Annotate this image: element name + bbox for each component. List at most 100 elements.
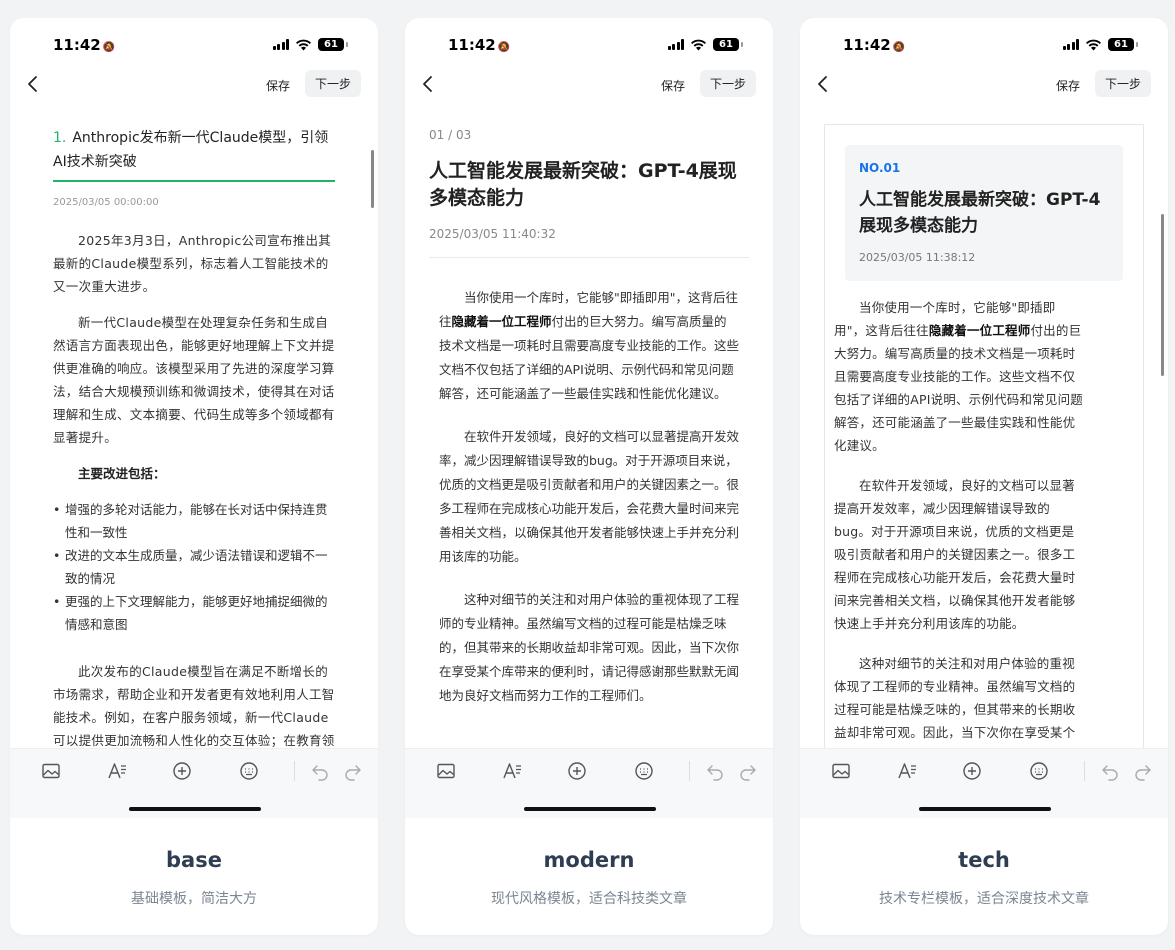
template-card-tech[interactable]: 11:42 🔕 61 保存 下一步 NO.01 人工智能发展最新突破：GPT-4展…: [800, 18, 1168, 935]
toolbar-divider: [689, 761, 690, 781]
article-date: 2025/03/05 11:40:32: [429, 227, 556, 241]
image-icon[interactable]: [435, 760, 457, 782]
article-paragraph: 2025年3月3日，Anthropic公司宣布推出其最新的Claude模型系列，…: [53, 233, 332, 294]
article-header-box: NO.01 人工智能发展最新突破：GPT-4展现多模态能力 2025/03/05…: [845, 145, 1123, 281]
article-paragraph: 在软件开发领域，良好的文档可以显著提高开发效率，减少因理解错误导致的bug。对于…: [834, 478, 1076, 631]
template-card-modern[interactable]: 11:42 🔕 61 保存 下一步 01 / 03 人工智能发展最新突破：GPT-…: [405, 18, 773, 935]
signal-icon: [1062, 39, 1079, 50]
article-paragraph: 当你使用一个库时，它能够"即插即用"，这背后往往隐藏着一位工程师付出的巨大努力。…: [834, 300, 1083, 453]
template-description: 现代风格模板，适合科技类文章: [491, 891, 687, 907]
home-indicator: [129, 807, 261, 811]
article-title: 人工智能发展最新突破：GPT-4展现多模态能力: [859, 190, 1101, 236]
battery-icon: 61: [713, 38, 743, 51]
next-step-button[interactable]: 下一步: [700, 70, 756, 97]
bell-slash-icon: 🔕: [102, 42, 116, 53]
template-name: modern: [543, 848, 635, 872]
template-description: 基础模板，简洁大方: [131, 891, 257, 907]
template-info: base 基础模板，简洁大方: [10, 818, 378, 935]
template-name: tech: [958, 848, 1010, 872]
back-arrow-icon[interactable]: [815, 74, 831, 94]
emoji-icon[interactable]: [633, 760, 655, 782]
article-preview[interactable]: 01 / 03 人工智能发展最新突破：GPT-4展现多模态能力 2025/03/…: [405, 118, 773, 748]
article-paragraph: 在软件开发领域，良好的文档可以显著提高开发效率，减少因理解错误导致的bug。对于…: [439, 429, 740, 564]
bullet-item: 更强的上下文理解能力，能够更好地捕捉细微的情感和意图: [53, 590, 335, 636]
article-number: 1.: [53, 130, 67, 146]
scrollbar[interactable]: [1161, 214, 1164, 376]
bullet-item: 改进的文本生成质量，减少语法错误和逻辑不一致的情况: [53, 544, 335, 590]
status-bar: 11:42 🔕 61: [405, 36, 773, 56]
redo-icon[interactable]: [342, 760, 364, 782]
title-underline: [53, 180, 335, 182]
article-body: 当你使用一个库时，它能够"即插即用"，这背后往往隐藏着一位工程师付出的巨大努力。…: [439, 286, 739, 727]
template-description: 技术专栏模板，适合深度技术文章: [879, 891, 1089, 907]
add-icon[interactable]: [566, 760, 588, 782]
font-style-icon[interactable]: [501, 760, 523, 782]
page-indicator: 01 / 03: [429, 128, 472, 142]
toolbar-divider: [1084, 761, 1085, 781]
bullet-list: 增强的多轮对话能力，能够在长对话中保持连贯性和一致性 改进的文本生成质量，减少语…: [53, 498, 335, 636]
status-bar: 11:42 🔕 61: [800, 36, 1168, 56]
emoji-icon[interactable]: [238, 760, 260, 782]
status-time: 11:42 🔕: [843, 36, 906, 54]
back-arrow-icon[interactable]: [420, 74, 436, 94]
scrollbar[interactable]: [371, 150, 374, 208]
wifi-icon: [1086, 39, 1101, 50]
article-body: 2025年3月3日，Anthropic公司宣布推出其最新的Claude模型系列，…: [53, 229, 335, 748]
next-step-button[interactable]: 下一步: [1095, 70, 1151, 97]
article-paragraph: 当你使用一个库时，它能够"即插即用"，这背后往往隐藏着一位工程师付出的巨大努力。…: [439, 290, 740, 401]
status-time: 11:42 🔕: [53, 36, 116, 54]
article-paragraph: 此次发布的Claude模型旨在满足不断增长的市场需求，帮助企业和开发者更有效地利…: [53, 664, 335, 748]
wifi-icon: [691, 39, 706, 50]
bullet-item: 增强的多轮对话能力，能够在长对话中保持连贯性和一致性: [53, 498, 335, 544]
nav-bar: 保存 下一步: [10, 70, 378, 100]
article-subheading: 主要改进包括：: [78, 466, 166, 481]
save-button[interactable]: 保存: [1056, 77, 1080, 94]
image-icon[interactable]: [830, 760, 852, 782]
article-body: 当你使用一个库时，它能够"即插即用"，这背后往往隐藏着一位工程师付出的巨大努力。…: [834, 296, 1084, 748]
redo-icon[interactable]: [737, 760, 759, 782]
header-divider: [429, 257, 749, 258]
template-card-base[interactable]: 11:42 🔕 61 保存 下一步 1. Anthropic发布新一代Claude模…: [10, 18, 378, 935]
template-info: modern 现代风格模板，适合科技类文章: [405, 818, 773, 935]
bold-text: 隐藏着一位工程师: [928, 323, 1031, 338]
article-title: 1. Anthropic发布新一代Claude模型，引领AI技术新突破: [53, 130, 329, 170]
nav-bar: 保存 下一步: [405, 70, 773, 100]
wifi-icon: [296, 39, 311, 50]
article-date: 2025/03/05 00:00:00: [53, 197, 159, 208]
font-style-icon[interactable]: [896, 760, 918, 782]
nav-bar: 保存 下一步: [800, 70, 1168, 100]
undo-icon[interactable]: [309, 760, 331, 782]
signal-icon: [272, 39, 289, 50]
image-icon[interactable]: [40, 760, 62, 782]
bell-slash-icon: 🔕: [497, 42, 511, 53]
article-badge: NO.01: [859, 161, 901, 175]
back-arrow-icon[interactable]: [25, 74, 41, 94]
article-date: 2025/03/05 11:38:12: [859, 251, 976, 264]
redo-icon[interactable]: [1132, 760, 1154, 782]
add-icon[interactable]: [961, 760, 983, 782]
emoji-icon[interactable]: [1028, 760, 1050, 782]
article-paragraph: 这种对细节的关注和对用户体验的重视体现了工程师的专业精神。虽然编写文档的过程可能…: [439, 592, 740, 703]
template-info: tech 技术专栏模板，适合深度技术文章: [800, 818, 1168, 935]
article-preview[interactable]: NO.01 人工智能发展最新突破：GPT-4展现多模态能力 2025/03/05…: [800, 118, 1168, 748]
save-button[interactable]: 保存: [266, 77, 290, 94]
article-paragraph: 这种对细节的关注和对用户体验的重视体现了工程师的专业精神。虽然编写文档的过程可能…: [834, 656, 1076, 740]
bold-text: 隐藏着一位工程师: [451, 314, 552, 329]
font-style-icon[interactable]: [106, 760, 128, 782]
status-bar: 11:42 🔕 61: [10, 36, 378, 56]
signal-icon: [667, 39, 684, 50]
battery-icon: 61: [1108, 38, 1138, 51]
bell-slash-icon: 🔕: [892, 42, 906, 53]
home-indicator: [524, 807, 656, 811]
add-icon[interactable]: [171, 760, 193, 782]
article-paragraph: 新一代Claude模型在处理复杂任务和生成自然语言方面表现出色，能够更好地理解上…: [53, 315, 335, 445]
undo-icon[interactable]: [1099, 760, 1121, 782]
undo-icon[interactable]: [704, 760, 726, 782]
status-time: 11:42 🔕: [448, 36, 511, 54]
next-step-button[interactable]: 下一步: [305, 70, 361, 97]
toolbar-divider: [294, 761, 295, 781]
article-title: 人工智能发展最新突破：GPT-4展现多模态能力: [429, 160, 737, 209]
article-preview[interactable]: 1. Anthropic发布新一代Claude模型，引领AI技术新突破 2025/…: [10, 118, 378, 748]
battery-icon: 61: [318, 38, 348, 51]
save-button[interactable]: 保存: [661, 77, 685, 94]
